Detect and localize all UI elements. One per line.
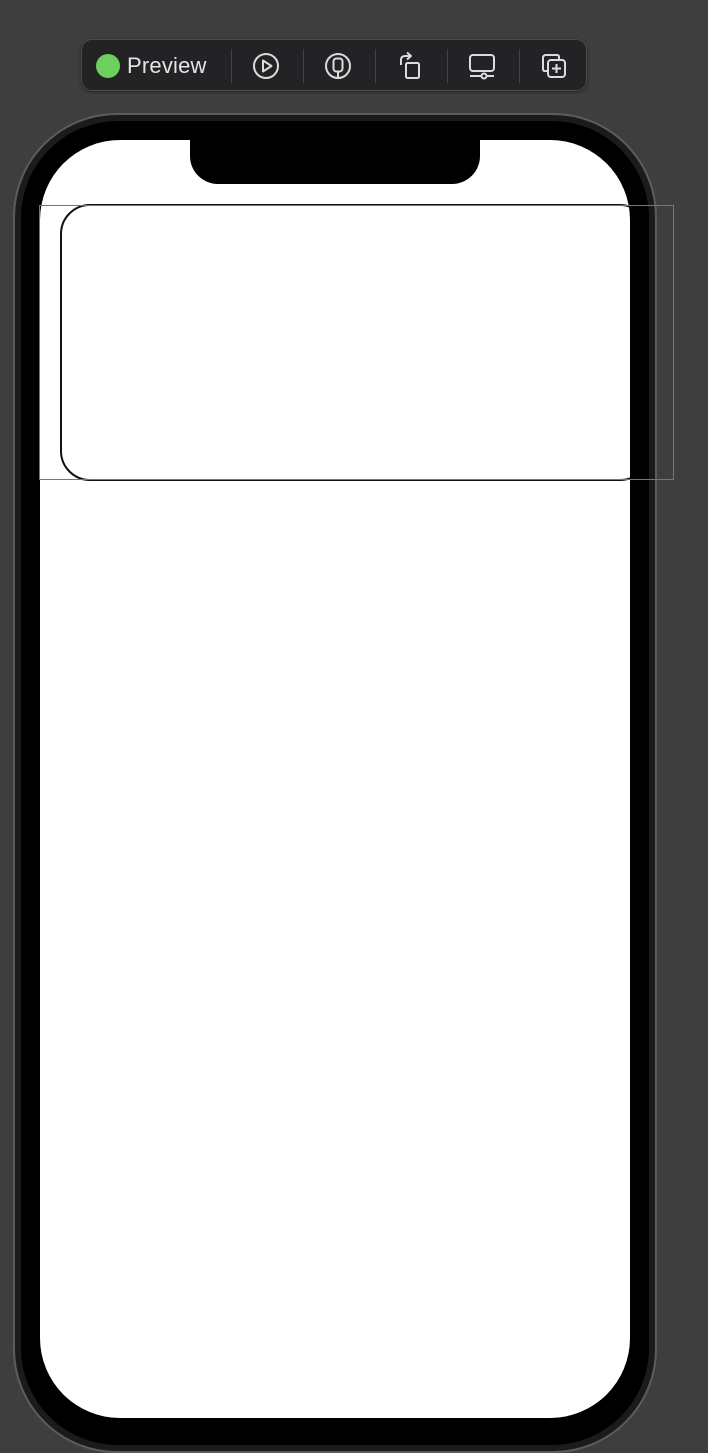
screen-content-clip: [0, 0, 631, 1442]
rounded-rectangle-view[interactable]: [60, 204, 631, 481]
